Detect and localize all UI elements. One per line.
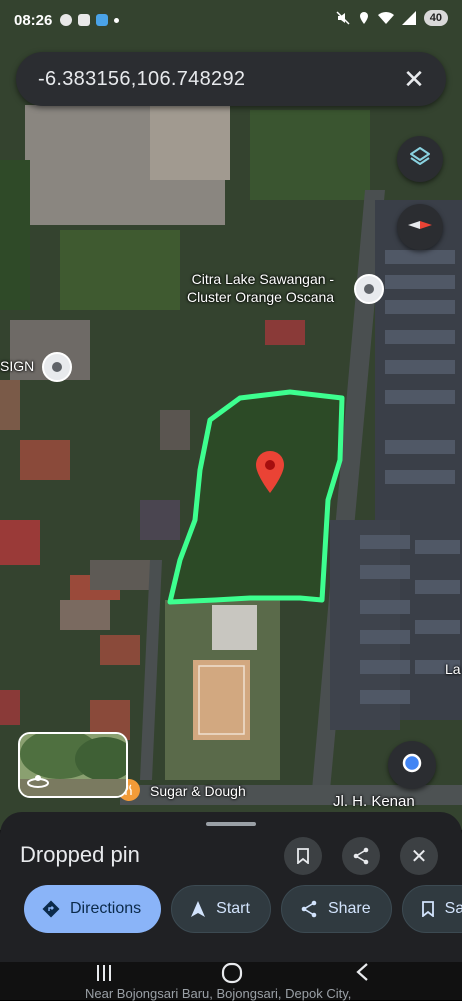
close-icon: ✕	[410, 845, 428, 868]
place-label-sign[interactable]: SIGN	[0, 357, 34, 375]
battery-level: 40	[423, 10, 448, 26]
dropped-pin-icon[interactable]	[255, 450, 285, 495]
place-sheet[interactable]: Dropped pin ✕ Directions Start Share Sa	[0, 812, 462, 962]
directions-button[interactable]: Directions	[24, 885, 162, 933]
save-chip-button[interactable]: Sa	[401, 885, 462, 933]
close-sheet-button[interactable]: ✕	[400, 837, 438, 875]
satellite-map[interactable]: Citra Lake Sawangan - Cluster Orange Osc…	[0, 0, 462, 830]
recent-apps-icon[interactable]	[94, 964, 114, 982]
status-bar: 08:26 40	[0, 0, 462, 40]
compass-icon	[407, 212, 433, 243]
navigation-bar: Near Bojongsari Baru, Bojongsari, Depok …	[0, 962, 462, 1001]
layers-button[interactable]	[397, 136, 443, 182]
map-imagery	[0, 0, 462, 830]
save-button[interactable]	[284, 837, 322, 875]
close-icon[interactable]: ✕	[400, 65, 428, 93]
start-label: Start	[216, 900, 250, 917]
place-marker-citra-lake[interactable]	[354, 274, 384, 304]
signal-icon	[401, 11, 416, 25]
layers-icon	[408, 145, 432, 174]
search-bar[interactable]: -6.383156,106.748292 ✕	[16, 52, 446, 106]
street-view-icon	[26, 774, 50, 793]
place-label-citra-lake[interactable]: Citra Lake Sawangan - Cluster Orange Osc…	[187, 270, 334, 306]
bookmark-icon	[421, 901, 434, 917]
share-button[interactable]	[342, 837, 380, 875]
location-hint: Near Bojongsari Baru, Bojongsari, Depok …	[85, 986, 352, 1001]
home-icon[interactable]	[221, 962, 243, 984]
sheet-title: Dropped pin	[20, 842, 140, 867]
start-button[interactable]: Start	[171, 885, 271, 933]
compass-button[interactable]	[397, 204, 443, 250]
wifi-icon	[377, 11, 394, 24]
share-icon	[353, 847, 369, 865]
whatsapp-icon	[60, 14, 73, 26]
street-label-partial: La	[445, 661, 461, 677]
share-icon	[301, 900, 317, 918]
app-icon	[96, 14, 109, 26]
directions-icon	[42, 900, 60, 918]
app-icon	[78, 14, 91, 26]
mute-icon	[336, 11, 350, 25]
street-label-kenan: Jl. H. Kenan	[333, 793, 415, 810]
directions-label: Directions	[70, 900, 142, 917]
my-location-button[interactable]	[388, 741, 436, 789]
bookmark-icon	[297, 848, 309, 864]
street-view-thumbnail[interactable]	[18, 732, 128, 798]
action-chips: Directions Start Share Sa	[24, 885, 462, 933]
share-label: Share	[327, 900, 371, 917]
my-location-icon	[401, 752, 423, 779]
share-chip-button[interactable]: Share	[280, 885, 392, 933]
location-icon	[359, 12, 368, 24]
place-marker-sign[interactable]	[42, 352, 72, 382]
dot-icon	[114, 17, 120, 23]
back-icon[interactable]	[354, 962, 370, 982]
navigation-icon	[191, 901, 206, 917]
search-query[interactable]: -6.383156,106.748292	[38, 68, 245, 91]
save-label: Sa	[444, 900, 462, 917]
place-label-sugar-dough[interactable]: Sugar & Dough	[150, 782, 246, 800]
drag-handle[interactable]	[206, 822, 256, 826]
status-time: 08:26	[14, 11, 53, 29]
